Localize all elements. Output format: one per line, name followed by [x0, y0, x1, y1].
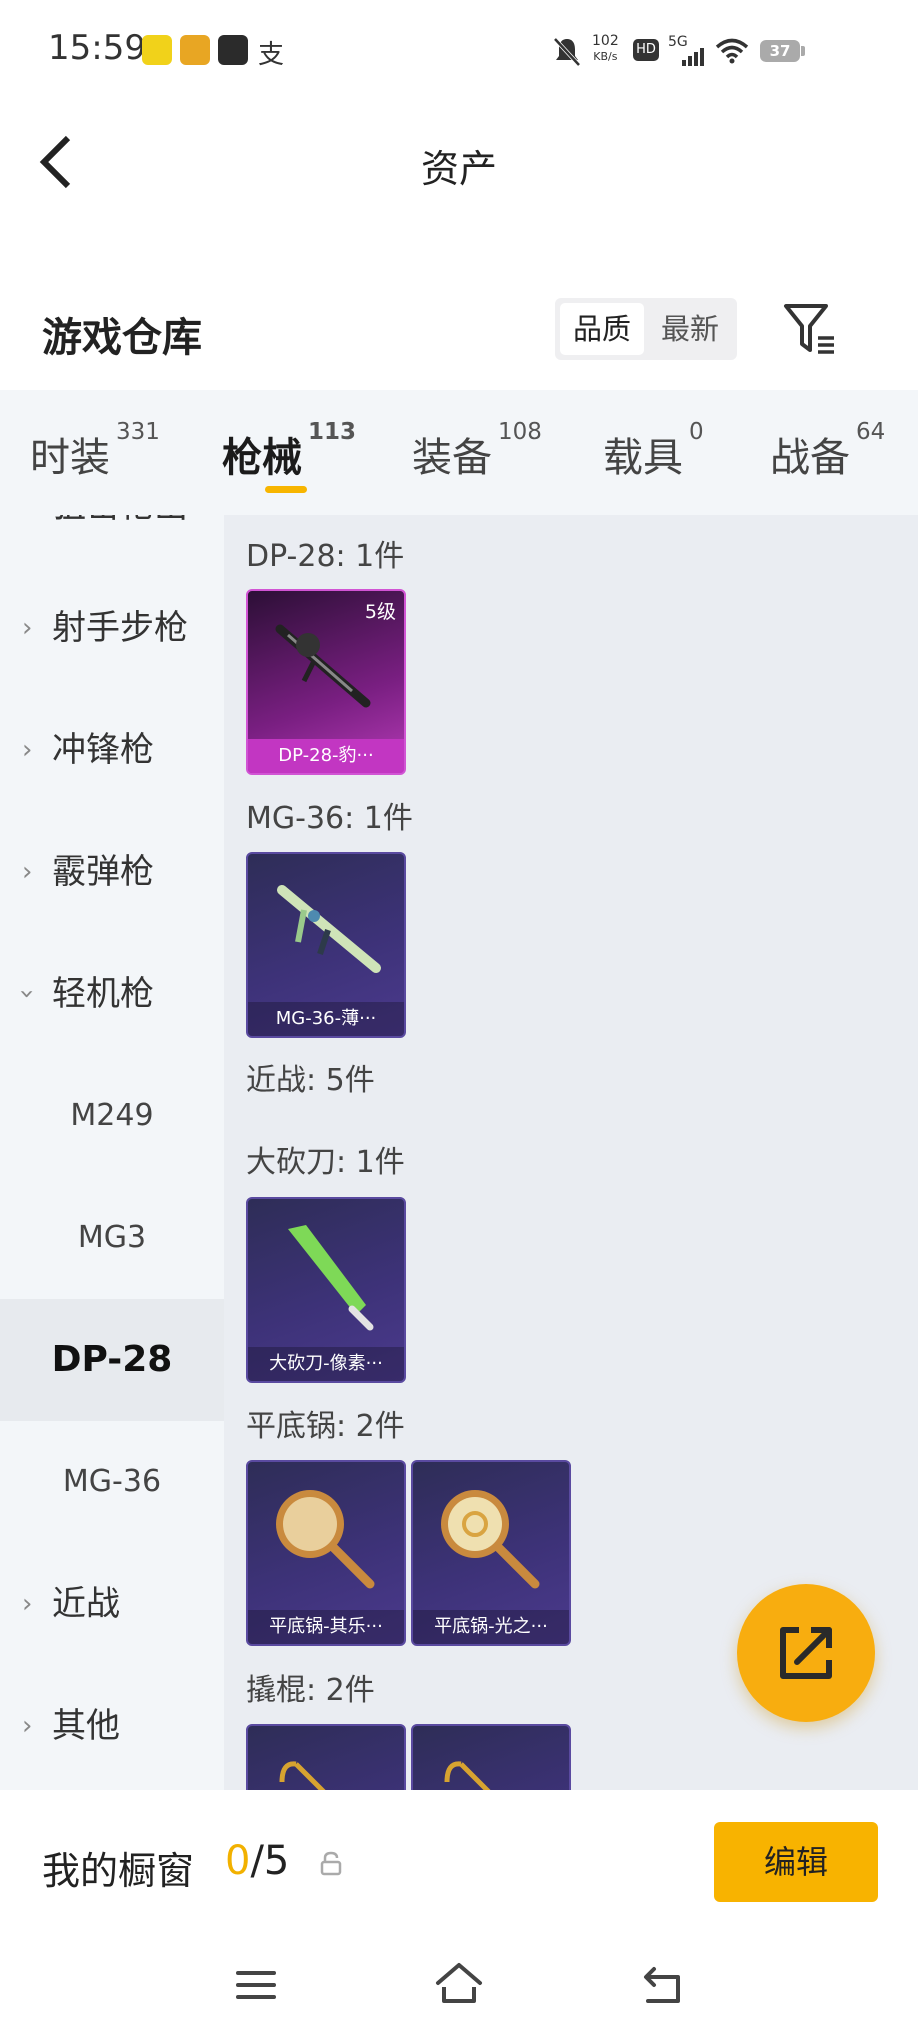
sidebar-subitem-mg36[interactable]: MG-36: [0, 1421, 224, 1543]
sidebar-item-other[interactable]: › 其他: [0, 1665, 224, 1787]
page-title: 资产: [420, 147, 497, 191]
weapon-category-sidebar: › 狙击枪出 › 射手步枪 › 冲锋枪 › 霰弹枪 › 轻机枪 M249 MG3…: [0, 515, 224, 1790]
alipay-notification-icon: 支: [258, 40, 285, 70]
group-title: 平底锅: 2件: [246, 1409, 405, 1444]
tab-guns[interactable]: 枪械113: [222, 419, 356, 483]
chevron-right-icon: ›: [22, 613, 33, 643]
sort-toggle: 品质 最新: [555, 298, 737, 360]
showcase-count: 0/5: [225, 1838, 290, 1884]
message-notification-icon: [218, 35, 248, 65]
signal-icon: [682, 48, 704, 66]
frying-pan-icon: [276, 1490, 375, 1589]
lock-icon: [320, 1851, 342, 1876]
sidebar-item-marksman-rifle[interactable]: › 射手步枪: [0, 567, 224, 689]
group-title: MG-36: 1件: [246, 801, 413, 836]
active-tab-indicator: [265, 486, 307, 493]
back-nav-icon[interactable]: [640, 1963, 684, 2007]
tab-vehicles[interactable]: 载具0: [603, 419, 704, 483]
share-fab-button[interactable]: [737, 1584, 875, 1722]
app-notification-icon: [142, 35, 172, 65]
battery-icon: 37: [760, 40, 800, 62]
battery-tip: [801, 46, 805, 56]
system-nav-bar: [0, 1945, 918, 2040]
group-title: DP-28: 1件: [246, 539, 405, 574]
sort-newest-button[interactable]: 最新: [648, 303, 732, 355]
status-bar: 15:59 支 102 KB/s HD 5G 37: [0, 0, 918, 105]
group-title: 近战: 5件: [246, 1063, 375, 1098]
sidebar-subitem-m249[interactable]: M249: [0, 1055, 224, 1177]
hd-icon: HD: [633, 39, 659, 61]
frying-pan-icon: [441, 1490, 540, 1589]
sidebar-subitem-mg3[interactable]: MG3: [0, 1177, 224, 1299]
edit-showcase-button[interactable]: 编辑: [714, 1822, 878, 1902]
group-title: 撬棍: 2件: [246, 1673, 375, 1708]
item-card[interactable]: 5级 DP-28-豹···: [246, 589, 406, 775]
item-card[interactable]: 平底锅-其乐···: [246, 1460, 406, 1646]
sidebar-item-shotgun[interactable]: › 霰弹枪: [0, 811, 224, 933]
chevron-right-icon: ›: [22, 857, 33, 887]
filter-button[interactable]: [780, 300, 840, 360]
chevron-right-icon: ›: [22, 515, 32, 567]
item-card[interactable]: 平底锅-光之···: [411, 1460, 571, 1646]
item-card[interactable]: [411, 1724, 571, 1790]
wifi-icon: [715, 38, 749, 64]
tab-fashion[interactable]: 时装331: [30, 419, 160, 483]
net-speed: 102 KB/s: [592, 33, 619, 64]
sort-quality-button[interactable]: 品质: [560, 303, 644, 355]
home-icon[interactable]: [432, 1961, 486, 2005]
item-card[interactable]: 大砍刀-像素···: [246, 1197, 406, 1383]
item-card[interactable]: MG-36-薄···: [246, 852, 406, 1038]
chevron-right-icon: ›: [22, 735, 33, 765]
sidebar-subitem-dp28[interactable]: DP-28: [0, 1299, 224, 1421]
sidebar-item-smg[interactable]: › 冲锋枪: [0, 689, 224, 811]
crowbar-icon: [279, 1761, 326, 1790]
crowbar-icon: [444, 1761, 491, 1790]
share-icon: [780, 1627, 832, 1679]
mg36-gun-icon: [277, 885, 381, 973]
status-time: 15:59: [48, 28, 146, 68]
menu-icon[interactable]: [234, 1965, 278, 2005]
sidebar-item-melee[interactable]: › 近战: [0, 1543, 224, 1665]
sidebar-item-lmg[interactable]: › 轻机枪: [0, 933, 224, 1055]
item-card[interactable]: [246, 1724, 406, 1790]
chevron-right-icon: ›: [22, 1589, 33, 1619]
group-title: 大砍刀: 1件: [246, 1145, 405, 1180]
tab-equipment[interactable]: 装备108: [412, 419, 542, 483]
sidebar-item-partial[interactable]: › 狙击枪出: [0, 515, 224, 567]
showcase-title: 我的橱窗: [42, 1849, 195, 1893]
tab-supplies[interactable]: 战备64: [770, 419, 885, 483]
warehouse-title: 游戏仓库: [42, 315, 202, 361]
machete-icon: [288, 1225, 374, 1331]
mute-icon: [553, 37, 581, 67]
app-notification-icon: [180, 35, 210, 65]
chevron-right-icon: ›: [22, 1711, 33, 1741]
